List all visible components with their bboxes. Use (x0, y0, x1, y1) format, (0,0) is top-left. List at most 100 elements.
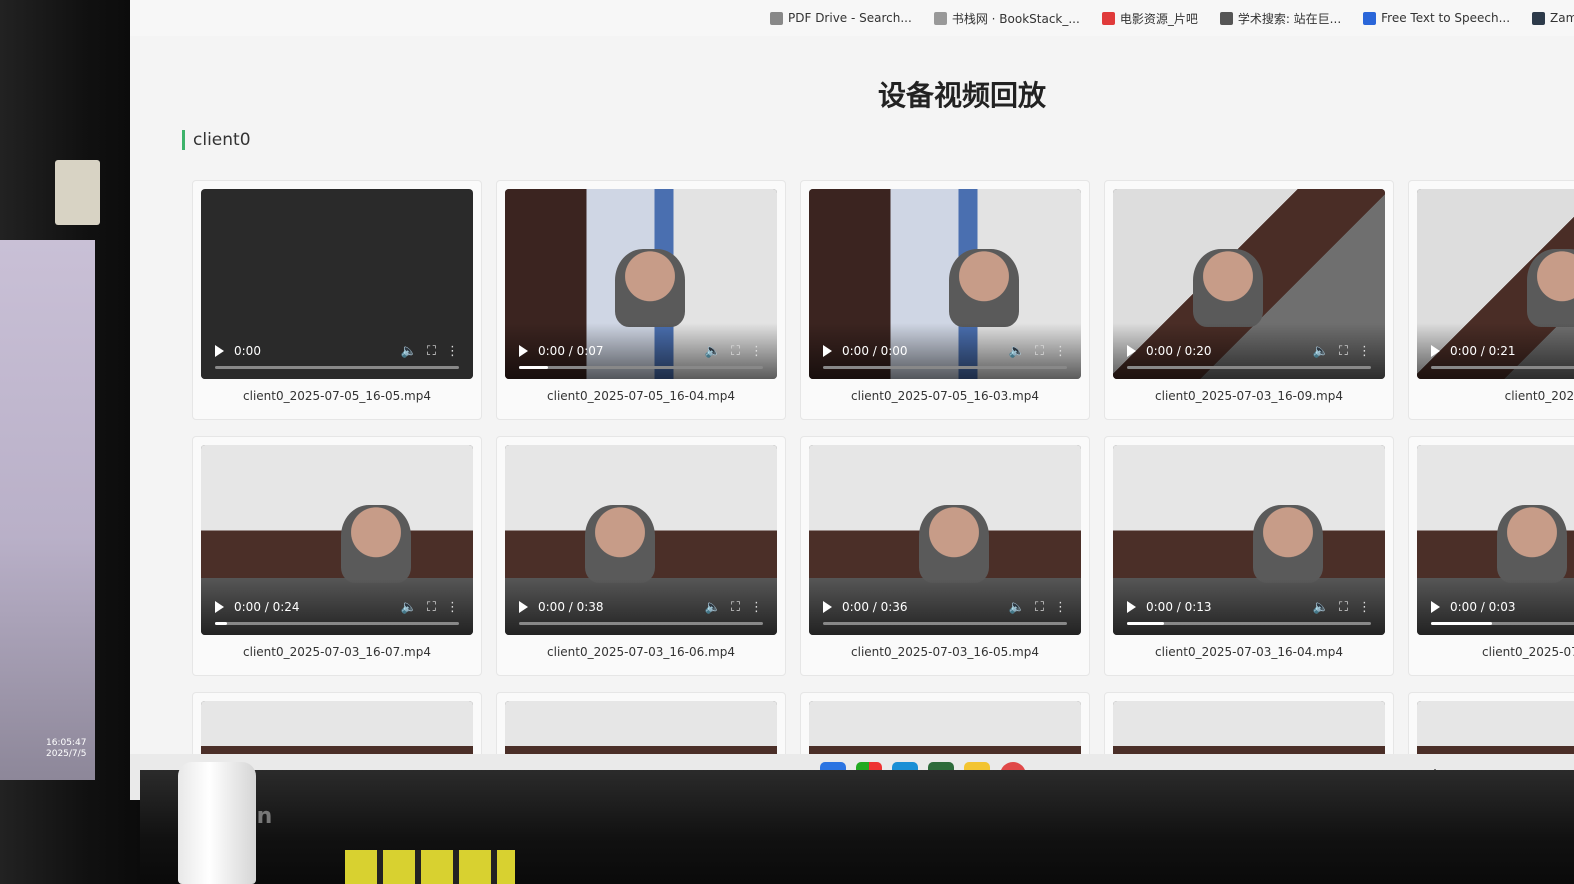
panda-icon (1219, 11, 1233, 25)
video-time: 0:00 / 0:21 (1450, 344, 1516, 358)
blurred-person (615, 249, 685, 327)
volume-icon[interactable]: 🔈 (401, 600, 417, 615)
video-filename: client0_2025-07-03_16-04.mp4 (1155, 645, 1343, 659)
video-filename: client0_2025-07 (1504, 389, 1574, 403)
keyboard-keys (345, 850, 515, 884)
video-time: 0:00 / 0:20 (1146, 344, 1212, 358)
bookmark-movie[interactable]: 电影资源_片吧 (1101, 10, 1198, 27)
blurred-person (585, 505, 655, 583)
bookmark-zamzar[interactable]: Zamzar - video c (1532, 11, 1574, 25)
video-progress-bar[interactable] (519, 366, 763, 369)
section-header: client0 (182, 130, 251, 150)
video-controls: 0:00 / 0:20 🔈 ⛶ ⋮ (1113, 323, 1385, 379)
bookmarks-bar: PDF Drive - Search... 书栈网 · BookStack_..… (130, 0, 1574, 36)
video-player[interactable]: 0:00 / 0:20 🔈 ⛶ ⋮ (1113, 189, 1385, 379)
video-filename: client0_2025-07-03_16-05.mp4 (851, 645, 1039, 659)
play-icon[interactable] (1127, 601, 1136, 613)
browser-screen: PDF Drive - Search... 书栈网 · BookStack_..… (130, 0, 1574, 800)
video-time: 0:00 (234, 344, 261, 358)
fullscreen-icon[interactable]: ⛶ (1339, 600, 1348, 615)
video-filename: client0_2025-07-03_15- (1482, 645, 1574, 659)
video-player[interactable]: 0:00 / 0:24 🔈 ⛶ ⋮ (201, 445, 473, 635)
video-player[interactable]: 0:00 / 0:07 🔈 ⛶ ⋮ (505, 189, 777, 379)
play-icon[interactable] (1127, 345, 1136, 357)
video-progress-bar[interactable] (823, 366, 1067, 369)
video-progress-bar[interactable] (1431, 622, 1574, 625)
play-icon[interactable] (823, 345, 832, 357)
video-player[interactable]: 0:00 / 0:00 🔈 ⛶ ⋮ (809, 189, 1081, 379)
clock-date: 2025/7/5 (46, 749, 87, 759)
video-card: 0:00 / 0:21🔈⛶⋮ client0_2025-07 (1408, 180, 1574, 420)
volume-icon[interactable]: 🔈 (1009, 600, 1025, 615)
video-card: 0:00 🔈 ⛶ ⋮ client0_2025-07-05_16-05.mp4 (192, 180, 482, 420)
fullscreen-icon[interactable]: ⛶ (731, 344, 740, 359)
volume-icon[interactable]: 🔈 (705, 344, 721, 359)
video-controls: 0:00 / 0:07 🔈 ⛶ ⋮ (505, 323, 777, 379)
video-time: 0:00 / 0:00 (842, 344, 908, 358)
video-player[interactable]: 0:00 / 0:13 🔈 ⛶ ⋮ (1113, 445, 1385, 635)
video-card: 0:00 / 0:07 🔈 ⛶ ⋮ client0_2025-07-05_16-04.m… (496, 180, 786, 420)
play-icon[interactable] (215, 601, 224, 613)
play-icon[interactable] (519, 601, 528, 613)
fullscreen-icon[interactable]: ⛶ (427, 600, 436, 615)
video-controls: 0:00 / 0:38 🔈 ⛶ ⋮ (505, 579, 777, 635)
more-options-icon[interactable]: ⋮ (750, 600, 763, 615)
video-filename: client0_2025-07-03_16-06.mp4 (547, 645, 735, 659)
blurred-person (1497, 505, 1567, 583)
play-icon[interactable] (823, 601, 832, 613)
video-time: 0:00 / 0:38 (538, 600, 604, 614)
video-player[interactable]: 0:00 / 0:03🔈⛶⋮ (1417, 445, 1574, 635)
video-progress-bar[interactable] (215, 622, 459, 625)
bookmark-tts[interactable]: Free Text to Speech... (1363, 11, 1510, 25)
video-controls: 0:00 / 0:36 🔈 ⛶ ⋮ (809, 579, 1081, 635)
play-icon[interactable] (215, 345, 224, 357)
bookmark-bookstack[interactable]: 书栈网 · BookStack_... (933, 10, 1080, 27)
blurred-person (341, 505, 411, 583)
volume-icon[interactable]: 🔈 (1313, 344, 1329, 359)
blurred-person (1527, 249, 1574, 327)
video-player[interactable]: 0:00 / 0:21🔈⛶⋮ (1417, 189, 1574, 379)
play-icon[interactable] (519, 345, 528, 357)
volume-icon[interactable]: 🔈 (1009, 344, 1025, 359)
video-filename: client0_2025-07-05_16-04.mp4 (547, 389, 735, 403)
fullscreen-icon[interactable]: ⛶ (1035, 344, 1044, 359)
video-player[interactable]: 0:00 🔈 ⛶ ⋮ (201, 189, 473, 379)
video-progress-bar[interactable] (215, 366, 459, 369)
more-options-icon[interactable]: ⋮ (1054, 344, 1067, 359)
more-options-icon[interactable]: ⋮ (1358, 600, 1371, 615)
more-options-icon[interactable]: ⋮ (750, 344, 763, 359)
film-icon (1101, 11, 1115, 25)
bookmark-label: Free Text to Speech... (1381, 11, 1511, 25)
video-card: 0:00 / 0:20 🔈 ⛶ ⋮ client0_2025-07-03_16-09.m… (1104, 180, 1394, 420)
fullscreen-icon[interactable]: ⛶ (731, 600, 740, 615)
video-progress-bar[interactable] (1431, 366, 1574, 369)
play-icon[interactable] (1431, 345, 1440, 357)
video-time: 0:00 / 0:13 (1146, 600, 1212, 614)
video-progress-bar[interactable] (519, 622, 763, 625)
play-icon[interactable] (1431, 601, 1440, 613)
bookmark-scholar[interactable]: 学术搜索: 站在巨... (1219, 10, 1341, 27)
video-card: 0:00 / 0:24 🔈 ⛶ ⋮ client0_2025-07-03_16-07.m… (192, 436, 482, 676)
more-options-icon[interactable]: ⋮ (1358, 344, 1371, 359)
video-player[interactable]: 0:00 / 0:36 🔈 ⛶ ⋮ (809, 445, 1081, 635)
volume-icon[interactable]: 🔈 (401, 344, 417, 359)
video-progress-bar[interactable] (823, 622, 1067, 625)
fullscreen-icon[interactable]: ⛶ (1035, 600, 1044, 615)
video-card: 0:00 / 0:03🔈⛶⋮ client0_2025-07-03_15- (1408, 436, 1574, 676)
fullscreen-icon[interactable]: ⛶ (427, 344, 436, 359)
volume-icon[interactable]: 🔈 (705, 600, 721, 615)
more-options-icon[interactable]: ⋮ (446, 600, 459, 615)
video-filename: client0_2025-07-03_16-07.mp4 (243, 645, 431, 659)
progress-fill (215, 622, 228, 625)
video-filename: client0_2025-07-03_16-09.mp4 (1155, 389, 1343, 403)
video-player[interactable]: 0:00 / 0:38 🔈 ⛶ ⋮ (505, 445, 777, 635)
video-progress-bar[interactable] (1127, 622, 1371, 625)
bookmark-pdfdrive[interactable]: PDF Drive - Search... (770, 11, 912, 25)
video-progress-bar[interactable] (1127, 366, 1371, 369)
volume-icon[interactable]: 🔈 (1313, 600, 1329, 615)
more-options-icon[interactable]: ⋮ (1054, 600, 1067, 615)
video-controls: 0:00 / 0:24 🔈 ⛶ ⋮ (201, 579, 473, 635)
more-options-icon[interactable]: ⋮ (446, 344, 459, 359)
page-title: 设备视频回放 (877, 79, 1046, 112)
fullscreen-icon[interactable]: ⛶ (1339, 344, 1348, 359)
